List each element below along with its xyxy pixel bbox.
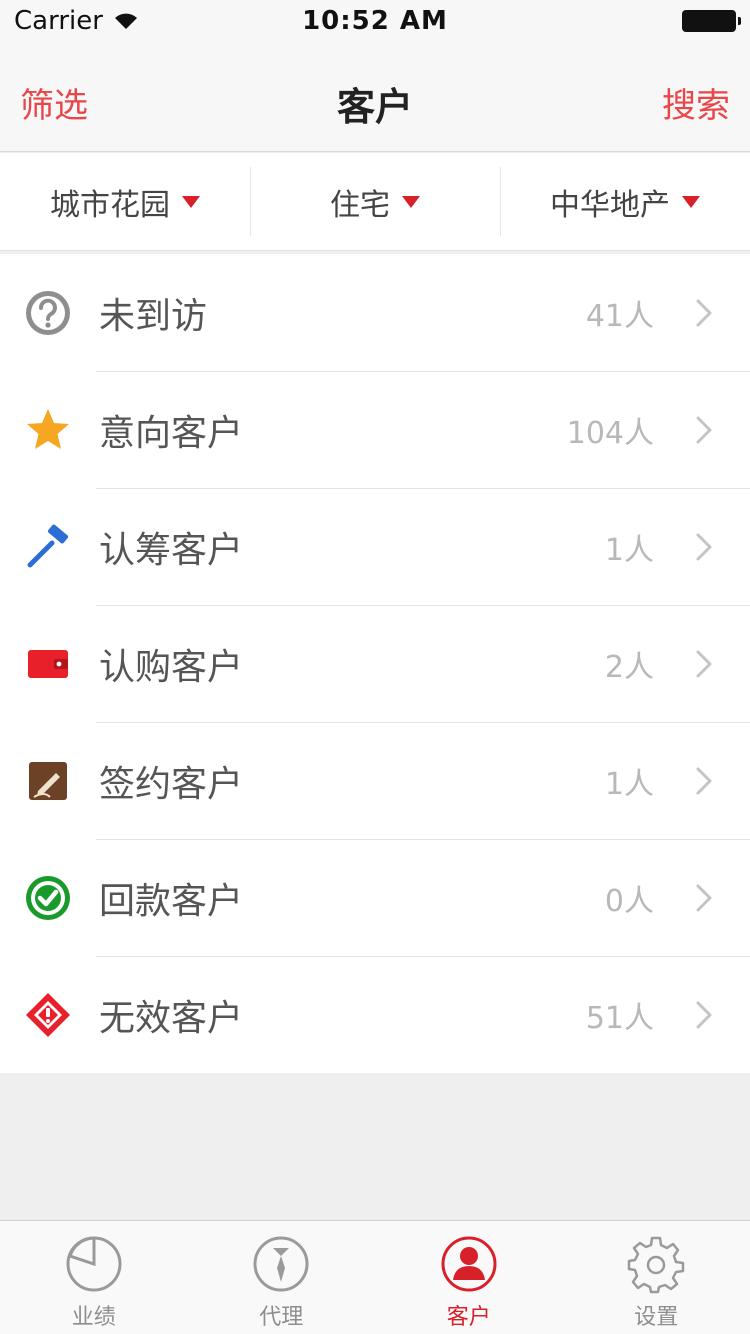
- list-item-count: 0人: [604, 883, 654, 919]
- tab-customer-label: 客户: [446, 1305, 491, 1330]
- list-item-label: 回款客户: [99, 880, 244, 922]
- chevron-right-icon: [684, 883, 724, 913]
- list-item-label: 签约客户: [99, 763, 244, 805]
- caret-down-icon: [682, 195, 700, 208]
- list-item-pre-subscription[interactable]: 认筹客户 1人: [0, 488, 750, 605]
- invalid-diamond-icon: [23, 990, 73, 1040]
- filter-project-dropdown[interactable]: 城市花园: [0, 153, 250, 250]
- list-item-label: 无效客户: [99, 997, 244, 1039]
- tab-settings[interactable]: 设置: [563, 1221, 750, 1334]
- customer-icon: [438, 1233, 500, 1295]
- battery-icon: [682, 10, 741, 32]
- list-item-subscription[interactable]: 认购客户 2人: [0, 605, 750, 722]
- list-item-count: 1人: [604, 766, 654, 802]
- status-time: 10:52 AM: [302, 6, 448, 36]
- list-item-intention[interactable]: 意向客户 104人: [0, 371, 750, 488]
- list-item-label: 认筹客户: [99, 529, 244, 571]
- list-item-label: 认购客户: [99, 646, 244, 688]
- list-item-not-visited[interactable]: 未到访 41人: [0, 254, 750, 371]
- tab-agent-label: 代理: [259, 1305, 304, 1330]
- filter-type-label: 住宅: [330, 187, 390, 223]
- chevron-right-icon: [684, 766, 724, 796]
- chevron-right-icon: [684, 532, 724, 562]
- status-bar: Carrier 10:52 AM: [0, 0, 750, 44]
- search-button[interactable]: 搜索: [662, 78, 730, 127]
- page-title: 客户: [336, 85, 413, 129]
- chevron-right-icon: [684, 415, 724, 445]
- list-item-count: 1人: [604, 532, 654, 568]
- chevron-right-icon: [684, 1000, 724, 1030]
- caret-down-icon: [182, 195, 200, 208]
- list-item-signed[interactable]: 签约客户 1人: [0, 722, 750, 839]
- filter-type-dropdown[interactable]: 住宅: [250, 153, 500, 250]
- signature-icon: [23, 756, 73, 806]
- tab-performance[interactable]: 业绩: [0, 1221, 188, 1334]
- tab-performance-label: 业绩: [71, 1305, 116, 1330]
- list-item-invalid[interactable]: 无效客户 51人: [0, 956, 750, 1073]
- wallet-icon: [23, 639, 73, 689]
- list-item-label: 意向客户: [99, 412, 244, 454]
- list-item-count: 51人: [585, 1000, 654, 1036]
- list-item-count: 41人: [585, 298, 654, 334]
- caret-down-icon: [402, 195, 420, 208]
- chevron-right-icon: [684, 649, 724, 679]
- filter-project-label: 城市花园: [50, 187, 170, 223]
- tab-settings-label: 设置: [634, 1305, 679, 1330]
- performance-icon: [63, 1233, 125, 1295]
- star-icon: [23, 405, 73, 455]
- tab-customer[interactable]: 客户: [375, 1221, 563, 1334]
- list-item-label: 未到访: [99, 295, 208, 337]
- gavel-icon: [23, 522, 73, 572]
- list-item-count: 2人: [604, 649, 654, 685]
- filter-bar: 城市花园 住宅 中华地产: [0, 153, 750, 251]
- filter-company-label: 中华地产: [550, 187, 670, 223]
- check-circle-icon: [23, 873, 73, 923]
- settings-icon: [625, 1233, 687, 1295]
- customer-category-list: 未到访 41人 意向客户 104人 认筹客户 1人 认购客户 2人 签约客户 1…: [0, 254, 750, 1073]
- navigation-bar: 筛选 客户 搜索: [0, 44, 750, 152]
- question-icon: [23, 288, 73, 338]
- agent-icon: [250, 1233, 312, 1295]
- list-item-count: 104人: [566, 415, 654, 451]
- tab-bar: 业绩 代理 客户 设置: [0, 1220, 750, 1334]
- chevron-right-icon: [684, 298, 724, 328]
- filter-company-dropdown[interactable]: 中华地产: [500, 153, 750, 250]
- tab-agent[interactable]: 代理: [188, 1221, 376, 1334]
- list-item-payment[interactable]: 回款客户 0人: [0, 839, 750, 956]
